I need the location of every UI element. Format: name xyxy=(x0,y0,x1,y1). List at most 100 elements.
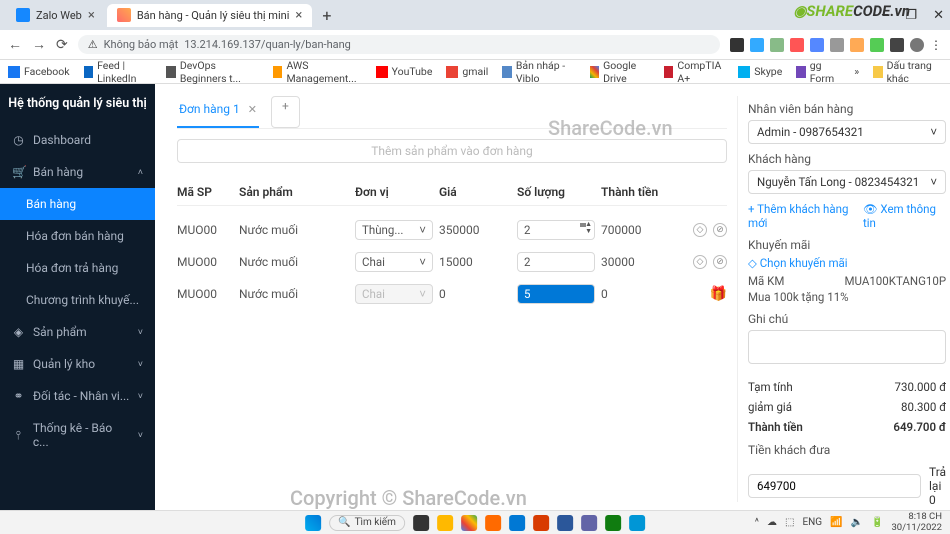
bookmark[interactable]: AWS Management... xyxy=(273,59,362,85)
maximize-button[interactable]: ❐ xyxy=(905,8,917,23)
remove-icon[interactable]: ⊘ xyxy=(713,255,727,269)
main-content: Đơn hàng 1 ✕ + Thêm sản phẩm vào đơn hàn… xyxy=(155,84,950,510)
order-tab[interactable]: Đơn hàng 1 ✕ xyxy=(177,96,259,128)
browser-tab-active[interactable]: Bán hàng - Quản lý siêu thị mini × xyxy=(107,4,313,27)
product-icon: ◈ xyxy=(12,325,25,339)
taskview-icon[interactable] xyxy=(413,515,429,531)
forward-button[interactable]: → xyxy=(32,36,46,53)
tray-chevron-icon[interactable]: ^ xyxy=(755,517,759,528)
quantity-input[interactable]: 2▲▼ xyxy=(517,220,595,240)
battery-icon[interactable]: 🔋 xyxy=(871,517,883,528)
sidebar-item-partners[interactable]: ⚭Đối tác - Nhân vi...˅ xyxy=(0,380,155,412)
wifi-icon[interactable]: 📶 xyxy=(830,517,842,528)
add-order-tab[interactable]: + xyxy=(271,96,300,128)
taskbar-search[interactable]: 🔍 Tìm kiếm xyxy=(329,515,405,531)
volume-icon[interactable]: 🔈 xyxy=(851,517,863,528)
product-name: Nước muối xyxy=(239,223,349,237)
chrome-icon[interactable] xyxy=(461,515,477,531)
teams-icon[interactable] xyxy=(581,515,597,531)
sku: MUO00 xyxy=(177,287,233,301)
reload-button[interactable]: ⟳ xyxy=(56,37,68,53)
ext-icon[interactable] xyxy=(850,38,864,52)
pick-promo-link[interactable]: ◇ Chọn khuyến mãi xyxy=(748,256,946,270)
app-icon[interactable] xyxy=(605,515,621,531)
tray-icon[interactable]: ⬚ xyxy=(785,517,794,528)
close-icon[interactable]: × xyxy=(88,8,95,23)
sidebar-item-invoices[interactable]: Hóa đơn bán hàng xyxy=(0,220,155,252)
line-total: 30000 xyxy=(601,255,681,269)
sidebar-item-dashboard[interactable]: ◷Dashboard xyxy=(0,124,155,156)
app-icon[interactable] xyxy=(629,515,645,531)
add-customer-link[interactable]: + Thêm khách hàng mới xyxy=(748,202,863,230)
remove-icon[interactable]: ⊘ xyxy=(713,223,727,237)
ext-icon[interactable] xyxy=(790,38,804,52)
bookmark[interactable]: DevOps Beginners t... xyxy=(166,59,259,85)
bookmarks-overflow[interactable]: » xyxy=(854,65,859,78)
sidebar-item-returns[interactable]: Hóa đơn trả hàng xyxy=(0,252,155,284)
staff-label: Nhân viên bán hàng xyxy=(748,102,946,116)
ext-icon[interactable] xyxy=(810,38,824,52)
staff-select[interactable]: Admin - 0987654321˅ xyxy=(748,120,946,144)
quantity-input[interactable]: 2 xyxy=(517,252,595,272)
bookmarks-bar: Facebook Feed | LinkedIn DevOps Beginner… xyxy=(0,60,950,84)
paid-input[interactable] xyxy=(748,474,921,498)
menu-button[interactable]: ⋮ xyxy=(930,38,942,52)
ext-icon[interactable] xyxy=(730,38,744,52)
price: 0 xyxy=(439,287,511,301)
view-info-link[interactable]: 👁 Xem thông tin xyxy=(863,202,946,230)
product-search[interactable]: Thêm sản phẩm vào đơn hàng xyxy=(177,139,727,163)
sidebar-item-sell[interactable]: Bán hàng xyxy=(0,188,155,220)
bookmark[interactable]: Bản nháp - Viblo xyxy=(502,59,575,85)
sidebar-item-inventory[interactable]: ▦Quản lý kho˅ xyxy=(0,348,155,380)
start-icon[interactable] xyxy=(305,515,321,531)
bookmark[interactable]: gmail xyxy=(446,65,488,78)
system-tray: ^ ☁ ⬚ ENG 📶 🔈 🔋 8:18 CH 30/11/2022 xyxy=(755,512,942,533)
table-header: Mã SP Sản phẩm Đơn vị Giá Số lượng Thành… xyxy=(177,179,727,206)
language-indicator[interactable]: ENG xyxy=(802,517,822,528)
address-bar[interactable]: ⚠ Không bảo mật 13.214.169.137/quan-ly/b… xyxy=(78,35,720,54)
chevron-down-icon: ˅ xyxy=(930,125,937,139)
unit-select[interactable]: Chai˅ xyxy=(355,252,433,272)
tag-icon[interactable]: ◇ xyxy=(693,223,707,237)
app-icon[interactable] xyxy=(485,515,501,531)
unit-select[interactable]: Thùng...˅ xyxy=(355,220,433,240)
close-icon[interactable]: ✕ xyxy=(248,103,257,116)
bookmark[interactable]: Feed | LinkedIn xyxy=(84,59,153,85)
quantity-input[interactable]: 5 xyxy=(517,284,595,304)
customer-select[interactable]: Nguyễn Tấn Long - 0823454321˅ xyxy=(748,170,946,194)
explorer-icon[interactable] xyxy=(437,515,453,531)
word-icon[interactable] xyxy=(557,515,573,531)
skype-icon xyxy=(738,66,750,78)
bookmark[interactable]: Skype xyxy=(738,65,782,78)
ext-icon[interactable] xyxy=(770,38,784,52)
other-bookmarks[interactable]: Dấu trang khác xyxy=(873,59,942,85)
back-button[interactable]: ← xyxy=(8,36,22,53)
sidebar-item-promotions[interactable]: Chương trình khuyế... xyxy=(0,284,155,316)
bookmark[interactable]: CompTIA A+ xyxy=(664,59,724,85)
bookmark[interactable]: Facebook xyxy=(8,65,70,78)
sidebar-item-sales[interactable]: 🛒Bán hàng˄ xyxy=(0,156,155,188)
tag-icon[interactable]: ◇ xyxy=(693,255,707,269)
app-icon[interactable] xyxy=(533,515,549,531)
app-icon[interactable] xyxy=(509,515,525,531)
note-input[interactable] xyxy=(748,330,946,364)
ext-icon[interactable] xyxy=(750,38,764,52)
ext-icon[interactable] xyxy=(830,38,844,52)
ext-icon[interactable] xyxy=(890,38,904,52)
ext-icon[interactable] xyxy=(870,38,884,52)
bookmark[interactable]: gg Form xyxy=(796,59,840,85)
browser-tab-zalo[interactable]: Zalo Web × xyxy=(6,4,105,27)
avatar-icon[interactable] xyxy=(910,38,924,52)
chevron-down-icon: ˅ xyxy=(419,287,426,301)
gift-icon[interactable]: 🎁 xyxy=(710,286,727,302)
bookmark[interactable]: Google Drive xyxy=(590,59,650,85)
bookmark[interactable]: YouTube xyxy=(376,65,433,78)
sidebar-item-products[interactable]: ◈Sản phẩm˅ xyxy=(0,316,155,348)
close-button[interactable]: ✕ xyxy=(933,8,944,23)
minimize-button[interactable]: – xyxy=(881,8,890,23)
onedrive-icon[interactable]: ☁ xyxy=(767,517,777,528)
new-tab-button[interactable]: + xyxy=(314,4,339,27)
close-icon[interactable]: × xyxy=(295,8,302,23)
clock[interactable]: 8:18 CH 30/11/2022 xyxy=(891,512,942,533)
sidebar-item-reports[interactable]: ⫯Thống kê - Báo c...˅ xyxy=(0,412,155,458)
